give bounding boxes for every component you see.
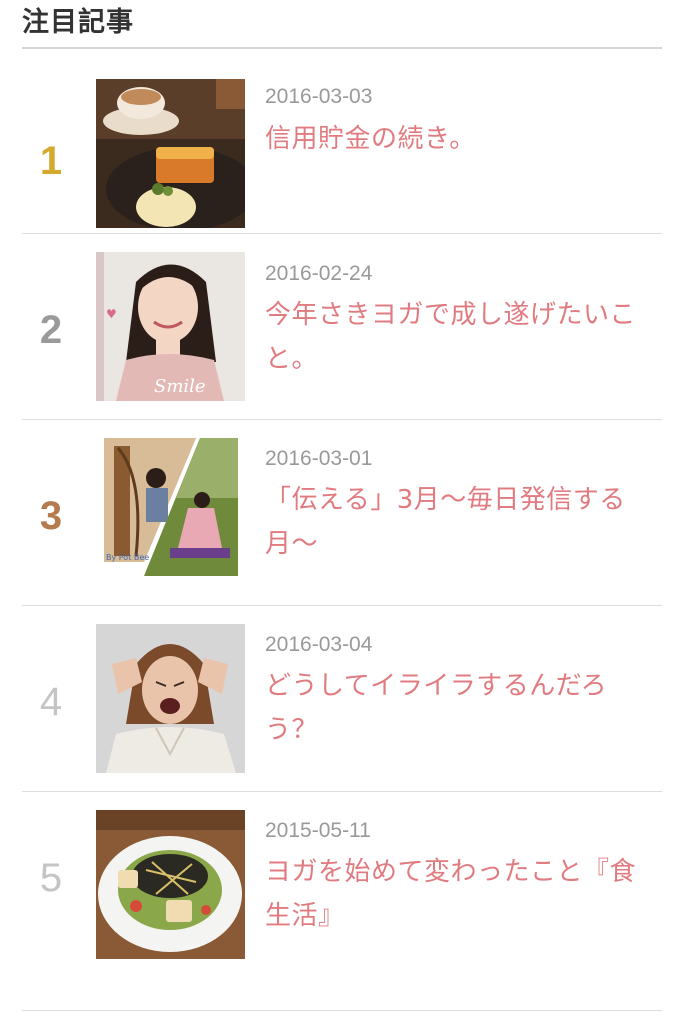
harp-yoga-collage-photo-icon[interactable]: By Pot Bee [104, 438, 238, 576]
rank-number: 5 [39, 856, 63, 900]
entry-date: 2015-05-11 [265, 819, 371, 842]
svg-text:By Pot Bee: By Pot Bee [106, 553, 149, 562]
entry-title-link[interactable]: ヨガを始めて変わったこと『食生活』 [265, 850, 660, 938]
rank-number: 4 [39, 680, 63, 724]
rank-number: 2 [39, 308, 63, 352]
ranking-item-4[interactable]: 4 2016-03-04 どうしてイライラするんだろう？ [22, 606, 662, 792]
rank-number: 3 [39, 494, 63, 538]
entry-date: 2016-03-04 [265, 633, 373, 656]
ranking-item-2[interactable]: 2 Smile ♥ 2016-02-24 今年さきヨガで成し遂げたいこと。 [22, 234, 662, 420]
entry-title-link[interactable]: どうしてイライラするんだろう？ [265, 664, 660, 752]
frustrated-woman-photo-icon[interactable] [96, 624, 245, 773]
rank-number: 1 [39, 139, 63, 183]
svg-text:Smile: Smile [154, 376, 206, 397]
entry-title-link[interactable]: 信用貯金の続き。 [265, 117, 660, 161]
entry-date: 2016-03-01 [265, 447, 373, 470]
woman-selfie-photo-icon[interactable]: Smile ♥ [96, 252, 245, 401]
widget-title: 注目記事 [22, 0, 662, 49]
entry-date: 2016-03-03 [265, 85, 373, 108]
ranking-item-3[interactable]: 3 By Pot Bee 2016-03-01 「伝える」3月〜毎日発信する月〜 [22, 420, 662, 606]
entry-date: 2016-02-24 [265, 262, 373, 285]
ranking-item-1[interactable]: 1 2016-03-03 信用貯金の続き。 [22, 49, 662, 234]
entry-title-link[interactable]: 今年さきヨガで成し遂げたいこと。 [265, 293, 660, 381]
ranking-list: 1 2016-03-03 信用貯金の続き。 2 Smile ♥ 2016-02-… [22, 49, 662, 1011]
entry-title-link[interactable]: 「伝える」3月〜毎日発信する月〜 [265, 478, 660, 566]
salad-plate-photo-icon[interactable] [96, 810, 245, 959]
cake-coffee-photo-icon[interactable] [96, 79, 245, 228]
popular-articles-widget: 注目記事 1 2016-03-03 信用貯金の続き。 2 Smile ♥ 201… [22, 0, 662, 1011]
svg-text:♥: ♥ [106, 307, 117, 321]
ranking-item-5[interactable]: 5 2015-05-11 ヨガを始めて変わったこと『食生活』 [22, 792, 662, 1011]
